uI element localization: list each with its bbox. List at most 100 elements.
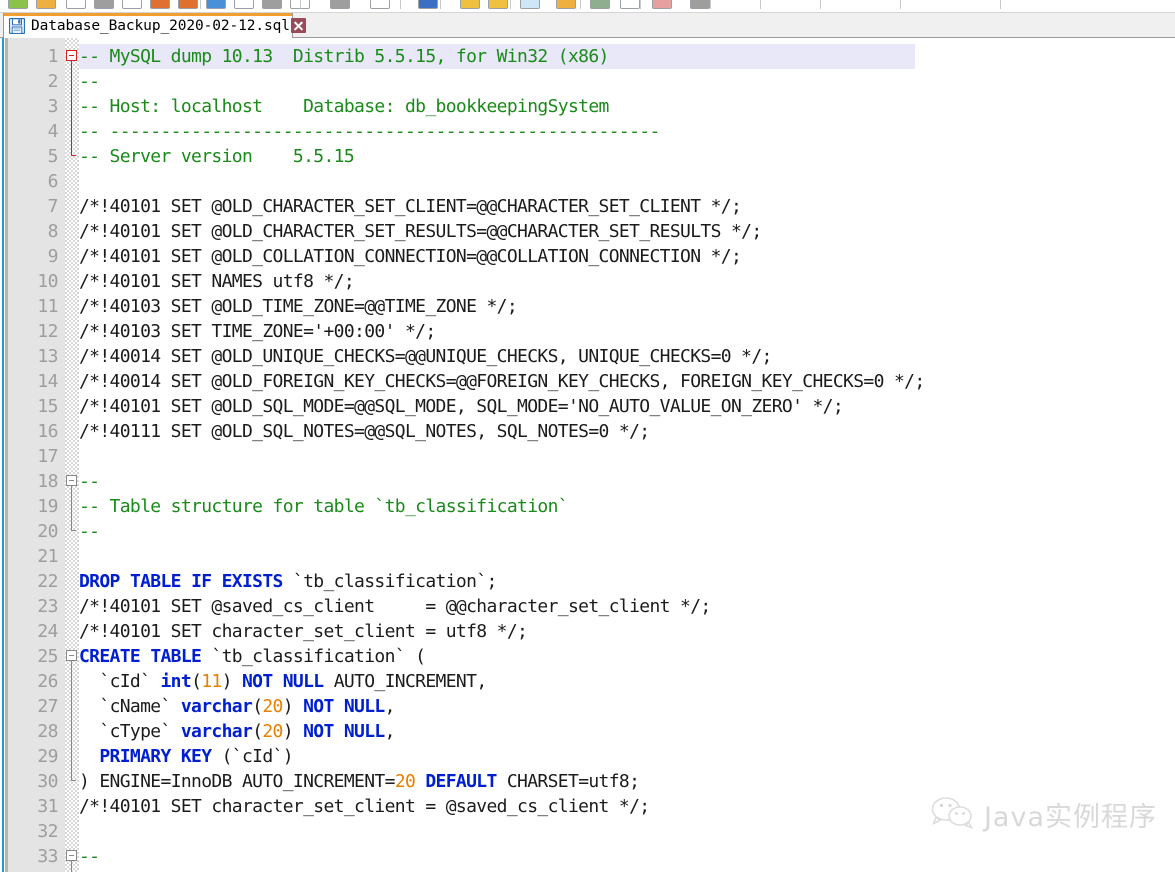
save-icon[interactable] — [66, 0, 86, 9]
fold-collapse-icon[interactable] — [66, 50, 77, 61]
line-number: 11 — [37, 296, 58, 317]
line-number: 16 — [37, 421, 58, 442]
line-number: 10 — [37, 271, 58, 292]
line-number: 4 — [47, 121, 59, 142]
redo-icon[interactable] — [330, 0, 350, 9]
tab-bar[interactable]: Database_Backup_2020-02-12.sql — [0, 13, 1175, 38]
line-number: 12 — [37, 321, 58, 342]
code-line[interactable]: -- — [79, 469, 1175, 494]
fold-collapse-icon[interactable] — [66, 650, 77, 661]
line-number: 17 — [37, 446, 58, 467]
close-all-icon[interactable] — [150, 0, 170, 9]
zoom-out-icon[interactable] — [488, 0, 508, 9]
line-number: 32 — [37, 821, 58, 842]
code-line[interactable] — [79, 169, 1175, 194]
code-line[interactable]: `cName` varchar(20) NOT NULL, — [79, 694, 1175, 719]
code-line[interactable]: /*!40101 SET character_set_client = @sav… — [79, 794, 1175, 819]
code-line[interactable]: `cId` int(11) NOT NULL AUTO_INCREMENT, — [79, 669, 1175, 694]
macro-record-icon[interactable] — [652, 0, 672, 9]
line-number: 24 — [37, 621, 58, 642]
toolbar-separator — [510, 0, 511, 9]
code-line[interactable]: -- MySQL dump 10.13 Distrib 5.5.15, for … — [79, 44, 1175, 69]
tab-active-file[interactable]: Database_Backup_2020-02-12.sql — [3, 13, 306, 38]
line-number: 31 — [37, 796, 58, 817]
editor-window: Database_Backup_2020-02-12.sql 123456789… — [0, 0, 1175, 872]
code-line[interactable]: /*!40101 SET @OLD_CHARACTER_SET_RESULTS=… — [79, 219, 1175, 244]
toolbar-separator — [440, 0, 441, 9]
toolbar-separator — [760, 0, 761, 9]
line-number: 28 — [37, 721, 58, 742]
code-line[interactable]: -- Table structure for table `tb_classif… — [79, 494, 1175, 519]
code-editor[interactable]: 1 2 3 4 5 6 7 8 9 10 11 12 13 14 15 16 17 18 19 20 21 22 23 24 2… — [0, 38, 1175, 872]
line-number: 13 — [37, 346, 58, 367]
code-line[interactable]: ) ENGINE=InnoDB AUTO_INCREMENT=20 DEFAUL… — [79, 769, 1175, 794]
code-line[interactable]: -- — [79, 69, 1175, 94]
copy-icon[interactable] — [234, 0, 254, 9]
code-line[interactable]: -- Server version 5.5.15 — [79, 144, 1175, 169]
line-number: 7 — [47, 196, 59, 217]
code-line[interactable]: /*!40101 SET @OLD_CHARACTER_SET_CLIENT=@… — [79, 194, 1175, 219]
code-line[interactable]: /*!40014 SET @OLD_FOREIGN_KEY_CHECKS=@@F… — [79, 369, 1175, 394]
code-line[interactable] — [79, 444, 1175, 469]
code-line[interactable]: DROP TABLE IF EXISTS `tb_classification`… — [79, 569, 1175, 594]
code-line[interactable]: /*!40101 SET @OLD_COLLATION_CONNECTION=@… — [79, 244, 1175, 269]
line-number: 20 — [37, 521, 58, 542]
new-file-icon[interactable] — [8, 0, 28, 9]
code-line[interactable]: PRIMARY KEY (`cId`) — [79, 744, 1175, 769]
line-number: 25 — [37, 646, 58, 667]
line-number: 33 — [37, 846, 58, 867]
toolbar[interactable] — [0, 0, 1175, 13]
paste-icon[interactable] — [262, 0, 282, 9]
toolbar-separator — [580, 0, 581, 9]
code-line[interactable]: /*!40103 SET TIME_ZONE='+00:00' */; — [79, 319, 1175, 344]
code-line[interactable]: -- Host: localhost Database: db_bookkeep… — [79, 94, 1175, 119]
word-wrap-icon[interactable] — [556, 0, 576, 9]
code-line[interactable]: /*!40101 SET character_set_client = utf8… — [79, 619, 1175, 644]
code-line[interactable]: /*!40103 SET @OLD_TIME_ZONE=@@TIME_ZONE … — [79, 294, 1175, 319]
toolbar-separator — [200, 0, 201, 9]
code-line[interactable]: /*!40111 SET @OLD_SQL_NOTES=@@SQL_NOTES,… — [79, 419, 1175, 444]
toolbar-separator — [300, 0, 301, 9]
line-number: 9 — [47, 246, 59, 267]
code-line[interactable]: -- -------------------------------------… — [79, 119, 1175, 144]
line-number: 18 — [37, 471, 58, 492]
code-content[interactable]: -- MySQL dump 10.13 Distrib 5.5.15, for … — [79, 38, 1175, 872]
code-line[interactable]: -- — [79, 519, 1175, 544]
tab-close-icon[interactable] — [290, 18, 306, 33]
code-line[interactable]: `cType` varchar(20) NOT NULL, — [79, 719, 1175, 744]
code-line[interactable]: /*!40014 SET @OLD_UNIQUE_CHECKS=@@UNIQUE… — [79, 344, 1175, 369]
close-icon[interactable] — [122, 0, 142, 9]
save-all-icon[interactable] — [94, 0, 114, 9]
code-line[interactable]: CREATE TABLE `tb_classification` ( — [79, 644, 1175, 669]
fold-collapse-icon[interactable] — [66, 850, 77, 861]
print-icon[interactable] — [178, 0, 198, 9]
code-line[interactable]: /*!40101 SET @saved_cs_client = @@charac… — [79, 594, 1175, 619]
code-line[interactable] — [79, 819, 1175, 844]
code-line[interactable] — [79, 544, 1175, 569]
line-number: 27 — [37, 696, 58, 717]
tab-active-accent — [4, 13, 292, 16]
cut-icon[interactable] — [206, 0, 226, 9]
show-indent-guide-icon[interactable] — [620, 0, 640, 9]
fold-collapse-icon[interactable] — [66, 475, 77, 486]
macro-play-icon[interactable] — [690, 0, 710, 9]
open-folder-icon[interactable] — [36, 0, 56, 9]
line-number: 26 — [37, 671, 58, 692]
toolbar-separator — [640, 0, 641, 9]
line-number-gutter[interactable]: 1 2 3 4 5 6 7 8 9 10 11 12 13 14 15 16 17 18 19 20 21 22 23 24 2… — [8, 38, 65, 872]
find-icon[interactable] — [370, 0, 390, 9]
toolbar-separator — [900, 0, 901, 9]
line-number: 30 — [37, 771, 58, 792]
fold-margin[interactable] — [65, 38, 79, 872]
line-number: 1 — [47, 46, 59, 67]
replace-icon[interactable] — [418, 0, 438, 9]
line-number: 22 — [37, 571, 58, 592]
sync-scroll-icon[interactable] — [520, 0, 540, 9]
zoom-in-icon[interactable] — [460, 0, 480, 9]
line-number: 21 — [37, 546, 58, 567]
code-line[interactable]: -- — [79, 844, 1175, 869]
editor-bookmark-margin[interactable] — [2, 38, 4, 872]
show-symbol-icon[interactable] — [590, 0, 610, 9]
code-line[interactable]: /*!40101 SET @OLD_SQL_MODE=@@SQL_MODE, S… — [79, 394, 1175, 419]
code-line[interactable]: /*!40101 SET NAMES utf8 */; — [79, 269, 1175, 294]
